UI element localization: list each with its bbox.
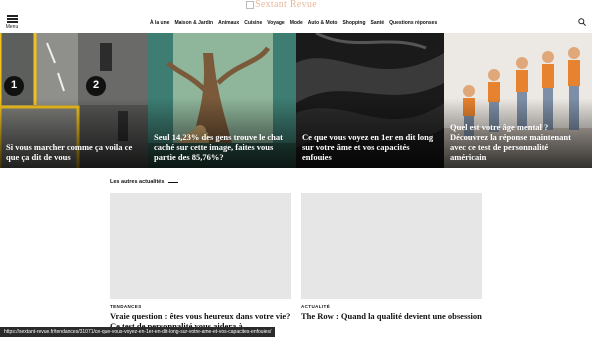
nav-item-questions-reponses[interactable]: Questions réponses xyxy=(389,20,437,26)
nav-item-animaux[interactable]: Animaux xyxy=(218,20,239,26)
article-category[interactable]: TENDANCES xyxy=(110,304,142,309)
nav-item-sante[interactable]: Santé xyxy=(371,20,385,26)
hero-card-hidden-cat[interactable]: Seul 14,23% des gens trouve le chat cach… xyxy=(148,33,296,168)
article-image-placeholder[interactable] xyxy=(110,193,291,299)
hero-card-walking[interactable]: 1 2 Si vous marcher comme ça voila ce qu… xyxy=(0,33,148,168)
nav-item-auto-moto[interactable]: Auto & Moto xyxy=(308,20,338,26)
site-header: Menu Sextant Revue À la une Maison & Jar… xyxy=(0,0,592,33)
hero-card-mental-age[interactable]: Quel est votre âge mental ? Découvrez la… xyxy=(444,33,592,168)
nav-item-shopping[interactable]: Shopping xyxy=(342,20,365,26)
search-icon[interactable] xyxy=(578,18,586,26)
logo-text: Sextant Revue xyxy=(255,0,317,10)
hero-card-title[interactable]: Seul 14,23% des gens trouve le chat cach… xyxy=(154,132,290,162)
hero-card-title[interactable]: Si vous marcher comme ça voila ce que ça… xyxy=(6,142,142,162)
hero-card-soul[interactable]: Ce que vous voyez en 1er en dit long sur… xyxy=(296,33,444,168)
nav-item-maison-jardin[interactable]: Maison & Jardin xyxy=(174,20,213,26)
section-rule xyxy=(168,181,179,183)
menu-button[interactable]: Menu xyxy=(5,15,19,30)
hero-card-title[interactable]: Quel est votre âge mental ? Découvrez la… xyxy=(450,122,586,162)
article-title[interactable]: The Row : Quand la qualité devient une o… xyxy=(301,311,482,321)
site-logo[interactable]: Sextant Revue xyxy=(246,0,346,12)
section-heading: Les autres actualités xyxy=(110,179,179,185)
section-title: Les autres actualités xyxy=(110,179,165,185)
hero-carousel: 1 2 Si vous marcher comme ça voila ce qu… xyxy=(0,33,592,168)
broken-image-icon xyxy=(246,1,254,9)
step-badge-1: 1 xyxy=(10,79,18,91)
article-category[interactable]: ACTUALITÉ xyxy=(301,304,330,309)
menu-label: Menu xyxy=(5,24,19,30)
step-badge-2: 2 xyxy=(92,79,100,91)
nav-item-cuisine[interactable]: Cuisine xyxy=(244,20,262,26)
article-image-placeholder[interactable] xyxy=(301,193,482,299)
nav-item-voyage[interactable]: Voyage xyxy=(267,20,284,26)
main-nav: À la une Maison & Jardin Animaux Cuisine… xyxy=(150,20,437,26)
nav-item-a-la-une[interactable]: À la une xyxy=(150,20,169,26)
status-bar-url: https://sextant-revue.fr/tendances/31071… xyxy=(0,327,276,337)
nav-item-mode[interactable]: Mode xyxy=(290,20,303,26)
hero-card-title[interactable]: Ce que vous voyez en 1er en dit long sur… xyxy=(302,132,438,162)
hamburger-icon xyxy=(6,15,18,23)
